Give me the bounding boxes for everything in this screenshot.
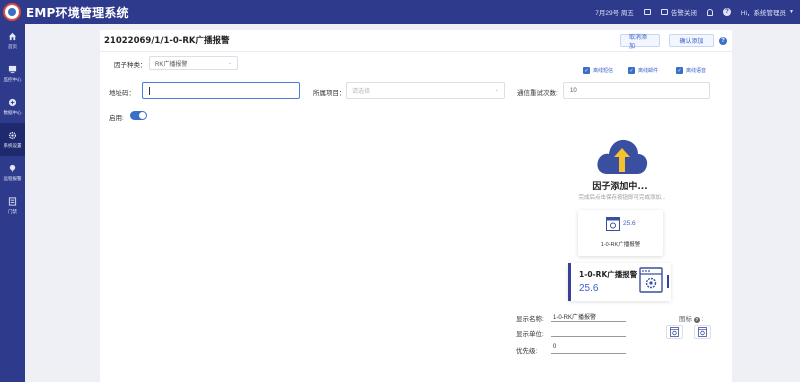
check-icon: ✓: [583, 67, 590, 74]
sidebar-item-alarm[interactable]: 远程报警: [0, 156, 25, 189]
monitor-icon: [8, 65, 17, 73]
preview-name: 1-0-RK广播报警: [600, 242, 641, 248]
wide-preview-value: 25.6: [579, 283, 599, 294]
sidebar-item-label: 远程报警: [3, 175, 22, 181]
help-icon[interactable]: ?: [722, 8, 731, 16]
data-icon: [8, 98, 17, 106]
sidebar-item-monitor[interactable]: 监控中心: [0, 57, 25, 90]
offline-sms-checkbox[interactable]: ✓ 离线短信: [583, 67, 613, 74]
address-label: 地址码：: [109, 90, 135, 97]
chevron-down-icon: ⌄: [494, 87, 499, 93]
check-icon: ✓: [676, 67, 683, 74]
project-select[interactable]: 请选择 ⌄: [346, 82, 505, 99]
factor-type-label: 因子种类：: [114, 62, 147, 69]
help-icon[interactable]: ?: [693, 316, 700, 323]
device-settings-icon: [639, 267, 663, 293]
bell-icon[interactable]: [706, 8, 713, 16]
app-title: EMP环境管理系统: [26, 5, 129, 20]
door-icon: [8, 196, 17, 206]
divider: [100, 51, 732, 52]
logo: [0, 0, 24, 24]
priority-input[interactable]: 0: [551, 344, 626, 354]
confirm-add-button[interactable]: 确认添加: [669, 34, 714, 47]
accent-bar: [568, 263, 571, 301]
cloud-upload-icon: [597, 139, 648, 174]
icon-label-text: 图标: [679, 316, 692, 323]
alarm-close-label: 告警关闭: [670, 10, 697, 17]
sidebar-item-settings[interactable]: 系统设置: [0, 123, 25, 156]
text-cursor: [149, 86, 150, 95]
icon-option-2-button[interactable]: [694, 325, 711, 339]
display-name-input[interactable]: 1-0-RK广播报警: [551, 312, 626, 322]
toggle-knob: [139, 112, 146, 119]
offline-voice-checkbox[interactable]: ✓ 离线语音: [676, 67, 706, 74]
home-icon: [8, 32, 17, 40]
display-name-label: 显示名称:: [516, 316, 544, 323]
page-title: 21022069/1/1-0-RK广播报警: [104, 36, 230, 46]
sidebar-item-home[interactable]: 首页: [0, 24, 25, 57]
checkbox-label: 离线邮件: [638, 68, 659, 74]
checkbox-label: 离线短信: [593, 68, 614, 74]
preview-value: 25.6: [623, 220, 636, 227]
cancel-add-button[interactable]: 取消添加: [620, 34, 660, 50]
device-settings-icon: [698, 327, 707, 337]
priority-value: 0: [553, 344, 557, 350]
icon-label: 图标 ? :: [679, 316, 704, 323]
upload-status-title: 因子添加中...: [592, 182, 648, 192]
display-unit-label: 显示单位:: [516, 331, 544, 338]
date-text: 7月29号 周五: [595, 10, 634, 17]
offline-email-checkbox[interactable]: ✓ 离线邮件: [628, 67, 658, 74]
factor-form-card: 21022069/1/1-0-RK广播报警 取消添加 确认添加 ? 因子种类： …: [100, 30, 732, 382]
user-name: Hi，系统管理员: [740, 10, 787, 17]
wide-preview-bar: [667, 275, 669, 288]
alarm-close-button[interactable]: 告警关闭: [660, 7, 697, 17]
retry-count-input[interactable]: 10: [563, 82, 710, 99]
wide-preview-name: 1-0-RK广播报警: [579, 270, 638, 279]
retry-label: 通信重试次数:: [517, 90, 558, 97]
factor-wide-preview-card: 1-0-RK广播报警 25.6: [568, 263, 671, 301]
sidebar-item-data[interactable]: 数据中心: [0, 90, 25, 123]
top-bar: EMP环境管理系统 7月29号 周五 告警关闭 ? Hi，系统管理员 ▼: [0, 0, 800, 24]
sidebar: 首页 监控中心 数据中心 系统设置 远程报警 门禁: [0, 24, 25, 382]
sidebar-item-label: 数据中心: [3, 109, 22, 115]
upload-status-subtitle: 完成后点击保存按钮即可完成添加...: [578, 195, 666, 201]
display-unit-input[interactable]: [551, 327, 626, 337]
retry-count-value: 10: [570, 87, 577, 94]
sidebar-item-label: 监控中心: [3, 76, 22, 82]
chat-icon: [660, 9, 668, 15]
sidebar-item-door[interactable]: 门禁: [0, 189, 25, 222]
device-settings-icon: [606, 217, 620, 231]
factor-preview-card: 25.6 1-0-RK广播报警: [578, 210, 663, 256]
priority-label: 优先级:: [516, 348, 538, 355]
check-icon: ✓: [628, 67, 635, 74]
project-label: 所属项目：: [313, 90, 346, 97]
project-placeholder: 请选择: [352, 89, 371, 95]
sidebar-item-label: 门禁: [8, 208, 17, 214]
checkbox-label: 离线语音: [686, 68, 707, 74]
sidebar-item-label: 系统设置: [3, 142, 22, 148]
chevron-down-icon: ⌄: [227, 60, 232, 66]
factor-type-select[interactable]: RK广播报警 ⌄: [149, 56, 238, 70]
enable-toggle[interactable]: [130, 111, 147, 120]
factor-type-value: RK广播报警: [155, 61, 188, 68]
display-name-value: 1-0-RK广播报警: [553, 315, 597, 321]
device-settings-icon: [670, 327, 679, 337]
chevron-down-icon: ▼: [789, 9, 794, 15]
user-menu[interactable]: Hi，系统管理员 ▼: [741, 7, 794, 17]
icon-option-1-button[interactable]: [666, 325, 683, 339]
sidebar-item-label: 首页: [8, 43, 17, 49]
gear-icon: [8, 131, 17, 139]
enable-label: 启用:: [109, 115, 124, 122]
help-icon[interactable]: ?: [719, 37, 727, 45]
address-input[interactable]: [142, 82, 300, 99]
alarm-icon: [9, 164, 16, 172]
message-icon[interactable]: [643, 9, 651, 15]
